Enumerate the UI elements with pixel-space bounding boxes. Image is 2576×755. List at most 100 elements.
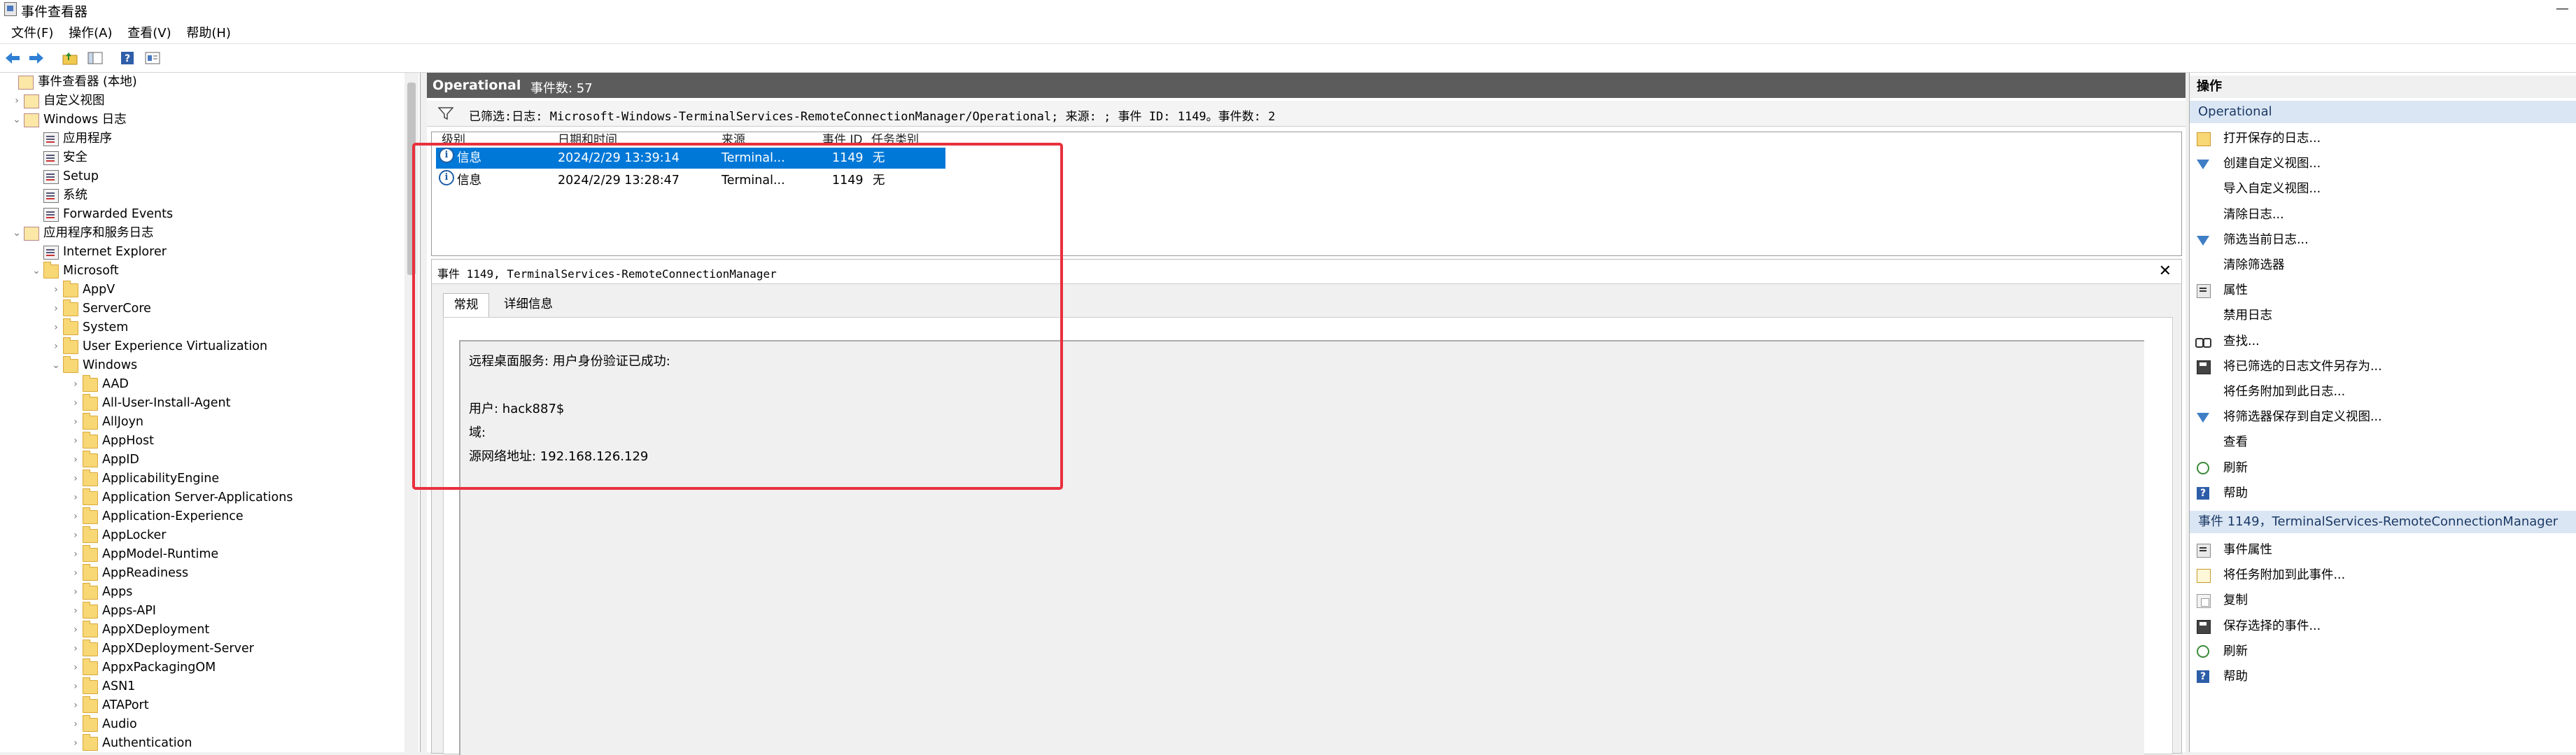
chevron-right-icon[interactable]: › [69,677,83,696]
chevron-right-icon[interactable]: › [69,507,83,525]
tree-item[interactable]: ⌄ Microsoft [0,262,402,280]
tree-item[interactable]: › AppModel-Runtime [0,545,402,563]
show-hide-tree-icon[interactable] [87,50,104,66]
close-detail-button[interactable]: ✕ [2159,262,2172,280]
action-item[interactable]: 清除日志... [2190,202,2576,227]
tree-item[interactable]: › Application-Experience [0,507,402,525]
minimize-button[interactable]: — [2556,1,2569,16]
action-item[interactable]: 刷新 [2190,639,2576,664]
menu-file[interactable]: 文件(F) [11,23,53,41]
tree-item[interactable]: ⌄ Windows [0,356,402,374]
tree-item[interactable]: 安全 [0,148,402,167]
action-item[interactable]: 将任务附加到此日志... [2190,379,2576,404]
tree-item[interactable]: 系统 [0,186,402,204]
chevron-right-icon[interactable]: › [69,432,83,450]
action-item[interactable]: 禁用日志 [2190,303,2576,328]
chevron-right-icon[interactable]: › [69,394,83,412]
action-item[interactable]: 将已筛选的日志文件另存为... [2190,354,2576,379]
tree-item[interactable]: › All-User-Install-Agent [0,394,402,412]
chevron-right-icon[interactable]: › [69,488,83,507]
chevron-right-icon[interactable]: › [69,564,83,582]
action-item[interactable]: 属性 [2190,278,2576,303]
menu-action[interactable]: 操作(A) [69,23,112,41]
chevron-down-icon[interactable]: ⌄ [10,224,24,242]
action-item[interactable]: 将筛选器保存到自定义视图... [2190,404,2576,430]
chevron-right-icon[interactable]: › [69,640,83,658]
chevron-right-icon[interactable]: › [69,715,83,733]
action-item[interactable]: 清除筛选器 [2190,253,2576,278]
tree-item[interactable]: › ATAPort [0,696,402,714]
tree-item[interactable]: › Audio [0,715,402,733]
actions-section-event[interactable]: 事件 1149，TerminalServices-RemoteConnectio… [2190,511,2576,533]
tree-item[interactable]: › AllJoyn [0,413,402,431]
chevron-right-icon[interactable]: › [69,658,83,677]
chevron-down-icon[interactable]: ⌄ [10,111,24,129]
tree-item[interactable]: › User Experience Virtualization [0,337,402,355]
actions-section-operational[interactable]: Operational [2190,101,2576,123]
properties-icon[interactable] [144,50,161,66]
action-item[interactable]: 查看 [2190,430,2576,455]
action-item[interactable]: 创建自定义视图... [2190,151,2576,176]
chevron-right-icon[interactable]: › [69,696,83,714]
action-item[interactable]: ? 帮助 [2190,664,2576,689]
tree-item[interactable]: › Application Server-Applications [0,488,402,507]
action-item[interactable]: 保存选择的事件... [2190,614,2576,639]
chevron-right-icon[interactable]: › [69,545,83,563]
tree-item[interactable]: › AppReadiness [0,564,402,582]
tree-item[interactable]: › AAD [0,375,402,393]
chevron-right-icon[interactable]: › [69,451,83,469]
action-item[interactable]: ? 帮助 [2190,481,2576,506]
tree-item[interactable]: › AppV [0,281,402,299]
tree-item[interactable]: › 自定义视图 [0,92,402,110]
tree-item[interactable]: › AppLocker [0,526,402,544]
tree-item[interactable]: › AppxPackagingOM [0,658,402,677]
chevron-right-icon[interactable]: › [49,281,63,299]
chevron-right-icon[interactable]: › [69,734,83,752]
tree-item[interactable]: › AppXDeployment-Server [0,640,402,658]
chevron-down-icon[interactable]: ⌄ [29,262,43,280]
tree-item[interactable]: › AppHost [0,432,402,450]
menu-help[interactable]: 帮助(H) [186,23,231,41]
chevron-right-icon[interactable]: › [69,602,83,620]
action-item[interactable]: 复制 [2190,588,2576,613]
chevron-right-icon[interactable]: › [69,621,83,639]
tree-item[interactable]: Internet Explorer [0,243,402,261]
chevron-right-icon[interactable]: › [69,413,83,431]
action-item[interactable]: 筛选当前日志... [2190,227,2576,253]
tree-item[interactable]: › ASN1 [0,677,402,696]
tree-item[interactable]: 应用程序 [0,129,402,148]
tree-item[interactable]: › ApplicabilityEngine [0,470,402,488]
chevron-right-icon[interactable]: › [49,318,63,337]
chevron-down-icon[interactable]: ⌄ [49,356,63,374]
up-folder-icon[interactable] [62,50,78,66]
chevron-right-icon[interactable]: › [69,526,83,544]
tree-item[interactable]: ⌄ 应用程序和服务日志 [0,224,402,242]
chevron-right-icon[interactable]: › [69,375,83,393]
tree-item[interactable]: › ServerCore [0,299,402,318]
tree-item[interactable]: Forwarded Events [0,205,402,223]
tree-item[interactable]: › Apps-API [0,602,402,620]
action-item[interactable]: 查找... [2190,329,2576,354]
action-item[interactable]: 导入自定义视图... [2190,176,2576,202]
tree-item[interactable]: › AppXDeployment [0,621,402,639]
tree-item[interactable]: Setup [0,167,402,185]
action-item[interactable]: 刷新 [2190,456,2576,481]
chevron-right-icon[interactable]: › [10,92,24,110]
tree-item[interactable]: › Apps [0,583,402,601]
chevron-right-icon[interactable]: › [49,299,63,318]
help-icon[interactable]: ? [119,50,136,66]
menu-view[interactable]: 查看(V) [127,23,171,41]
tree-item[interactable]: 事件查看器 (本地) [0,73,402,91]
action-item[interactable]: 事件属性 [2190,537,2576,563]
action-item[interactable]: 将任务附加到此事件... [2190,563,2576,588]
action-item[interactable]: 打开保存的日志... [2190,126,2576,151]
back-arrow-icon[interactable] [4,50,21,66]
chevron-right-icon[interactable]: › [49,337,63,355]
forward-arrow-icon[interactable] [28,50,45,66]
tree-item[interactable]: › AppID [0,451,402,469]
tree-item[interactable]: › Authentication [0,734,402,752]
chevron-right-icon[interactable]: › [69,470,83,488]
chevron-right-icon[interactable]: › [69,583,83,601]
tree-item[interactable]: ⌄ Windows 日志 [0,111,402,129]
tree-item[interactable]: › System [0,318,402,337]
